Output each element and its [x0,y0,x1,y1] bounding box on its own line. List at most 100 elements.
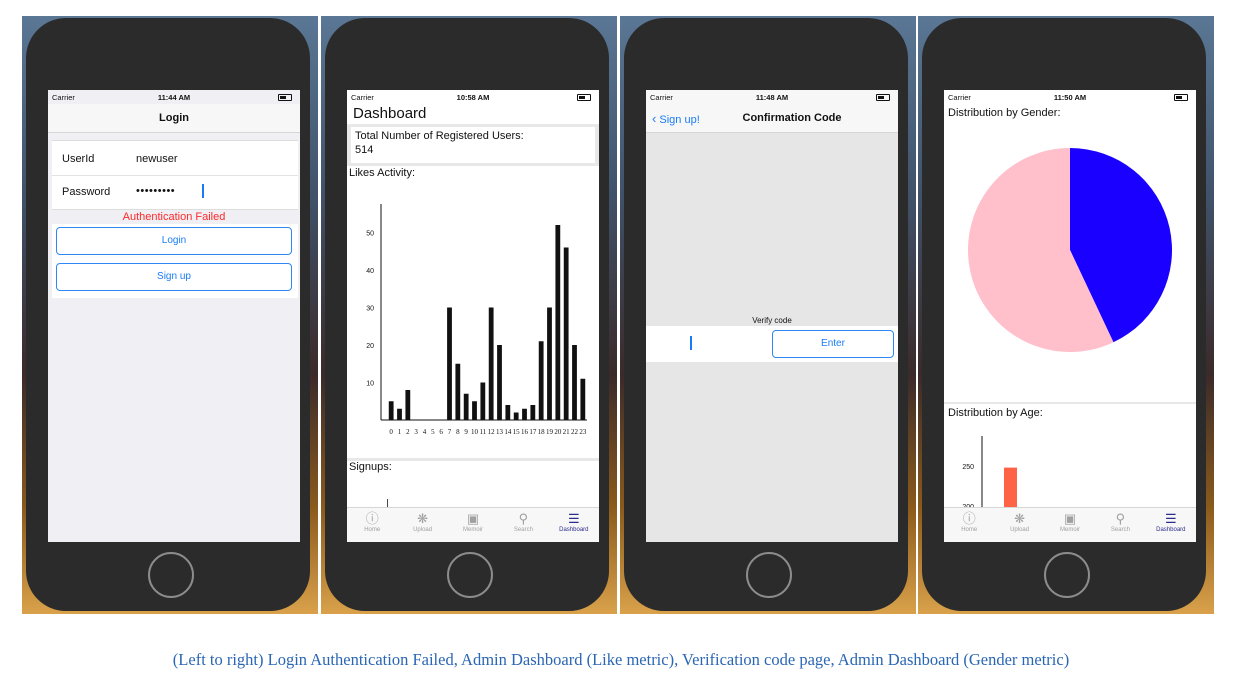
tab-memoir[interactable]: ▣ Memoir [448,508,498,542]
x-tick-label: 6 [439,428,443,436]
bar [513,412,519,420]
dashboard-screen: Carrier 10:58 AM Dashboard Total Number … [347,90,599,542]
x-tick-label: 3 [414,428,418,436]
memoir-icon: ▣ [1063,511,1077,526]
enter-button[interactable]: Enter [772,330,894,358]
tab-search[interactable]: ⚲ Search [498,508,548,542]
aperture-icon: ❋ [417,511,429,526]
x-tick-label: 14 [504,428,512,436]
x-tick-label: 13 [496,428,504,436]
nav-bar: ‹ Sign up! Confirmation Code [646,104,898,133]
page-title: Login [159,112,189,124]
bar [463,393,469,420]
search-icon: ⚲ [518,511,529,526]
gender-heading: Distribution by Gender: [948,107,1061,119]
search-icon: ⚲ [1115,511,1126,526]
login-button[interactable]: Login [56,227,292,255]
divider [52,175,298,176]
age-heading: Distribution by Age: [948,407,1043,419]
x-tick-label: 12 [488,428,496,436]
x-tick-label: 16 [521,428,529,436]
phone-frame: Carrier 11:44 AM Login UserId newuser Pa… [26,18,310,611]
likes-chart: 10203040500 1 2 3 4 5 6 7 8 9 10 11 12 13 14 15 16 17 18 19… [366,204,587,436]
phone-frame: Carrier 11:48 AM ‹ Sign up! Confirmation… [624,18,908,611]
home-button[interactable] [148,552,194,598]
tab-label: Home [364,527,381,533]
tab-upload[interactable]: ❋ Upload [397,508,447,542]
age-card: Distribution by Age: 200250 [944,404,1196,514]
bar [555,225,561,420]
tab-home[interactable]: ⓘ Home [944,508,994,542]
login-form: UserId newuser Password ••••••••• [52,140,298,210]
sliders-icon: ☰ [1165,511,1177,526]
total-users-value: 514 [355,144,374,156]
tab-dashboard[interactable]: ☰ Dashboard [1146,508,1196,542]
bar [505,405,511,420]
y-tick-label: 250 [962,464,974,471]
gender-pie-chart [968,148,1172,352]
bar [547,307,552,420]
x-tick-label: 18 [538,428,546,436]
code-row: Enter [646,326,898,362]
home-button[interactable] [447,552,493,598]
bar [455,363,461,420]
x-tick-label: 17 [529,428,537,436]
x-tick-label: 10 [471,428,479,436]
x-tick-label: 21 [563,428,571,436]
tab-label: Memoir [463,527,484,533]
tab-upload[interactable]: ❋ Upload [994,508,1044,542]
gender-card: Distribution by Gender: [944,104,1196,402]
y-tick-label: 20 [366,343,374,350]
home-button[interactable] [1044,552,1090,598]
memoir-icon: ▣ [466,511,480,526]
tab-bar: ⓘ Home ❋ Upload ▣ Memoir ⚲ Search ☰ Dashboard [347,507,599,542]
tab-label: Dashboard [559,527,589,533]
chevron-left-icon: ‹ [652,111,657,126]
verify-prompt: Verify code [752,316,792,325]
bar [522,408,527,420]
battery-icon [278,94,292,101]
x-tick-label: 8 [456,428,460,436]
status-bar: Carrier 10:58 AM [347,90,599,104]
battery-icon [876,94,890,101]
auth-error-message: Authentication Failed [122,211,226,223]
bar [488,307,494,420]
x-tick-label: 0 [389,428,393,436]
bar [497,345,502,420]
x-tick-label: 23 [579,428,587,436]
signup-button[interactable]: Sign up [56,263,292,291]
battery-icon [1174,94,1188,101]
x-tick-label: 9 [464,428,468,436]
tab-dashboard[interactable]: ☰ Dashboard [549,508,599,542]
y-tick-label: 30 [366,306,374,313]
tab-search[interactable]: ⚲ Search [1095,508,1145,542]
bar [538,341,544,420]
tab-memoir[interactable]: ▣ Memoir [1045,508,1095,542]
tab-label: Upload [1010,527,1030,533]
x-tick-label: 7 [448,428,452,436]
tab-label: Search [513,527,533,533]
x-tick-label: 19 [546,428,554,436]
status-time: 11:44 AM [157,93,191,102]
code-input[interactable] [650,330,770,358]
password-field[interactable]: ••••••••• [136,185,175,197]
y-tick-label: 10 [366,381,374,388]
page-title: Confirmation Code [742,112,842,124]
phone-frame: Carrier 10:58 AM Dashboard Total Number … [325,18,609,611]
x-tick-label: 20 [554,428,562,436]
dashboard-screen: Carrier 11:50 AM Distribution by Gender:… [944,90,1196,542]
tab-home[interactable]: ⓘ Home [347,508,397,542]
userid-field[interactable]: newuser [136,153,178,165]
x-tick-label: 5 [431,428,435,436]
x-tick-label: 2 [406,428,410,436]
status-time: 11:48 AM [755,93,789,102]
bar [405,390,411,420]
status-bar: Carrier 11:48 AM [646,90,898,104]
home-button[interactable] [746,552,792,598]
age-bar-chart: 200250 [962,436,1017,514]
tab-label: Upload [413,527,433,533]
bar [480,382,486,420]
dashboard-gender-panel: Carrier 11:50 AM Distribution by Gender:… [918,16,1214,614]
tab-label: Dashboard [1156,527,1186,533]
status-time: 11:50 AM [1053,93,1087,102]
